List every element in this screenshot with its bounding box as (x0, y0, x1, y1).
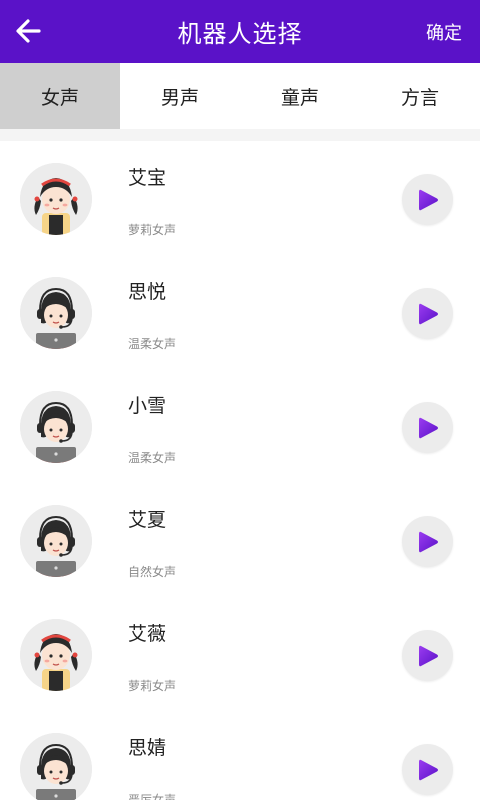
voice-description: 萝莉女声 (128, 223, 177, 237)
tab-2[interactable]: 童声 (240, 63, 360, 129)
voice-description: 自然女声 (128, 565, 177, 579)
play-button[interactable] (402, 516, 453, 567)
voice-description: 严厉女声 (128, 793, 177, 800)
divider-band (0, 129, 480, 141)
voice-row[interactable]: 艾夏 自然女声 (0, 483, 480, 597)
avatar (20, 277, 92, 349)
confirm-button[interactable]: 确定 (426, 0, 462, 63)
voice-list: 艾宝 萝莉女声 思悦 温柔女声 小雪 温柔女声 艾夏 自然女声 艾薇 萝莉女声 思婧 严厉女声 (0, 141, 480, 800)
play-button[interactable] (402, 744, 453, 795)
play-button[interactable] (402, 630, 453, 681)
avatar (20, 733, 92, 800)
page-title: 机器人选择 (177, 20, 303, 48)
voice-row[interactable]: 思悦 温柔女声 (0, 255, 480, 369)
voice-description: 萝莉女声 (128, 679, 177, 693)
voice-name: 小雪 (128, 395, 167, 417)
voice-row[interactable]: 小雪 温柔女声 (0, 369, 480, 483)
avatar (20, 619, 92, 691)
voice-description: 温柔女声 (128, 451, 177, 465)
play-button[interactable] (402, 288, 453, 339)
voice-row[interactable]: 艾宝 萝莉女声 (0, 141, 480, 255)
girl-headset-avatar-icon (20, 391, 92, 463)
play-button[interactable] (402, 174, 453, 225)
voice-name: 艾宝 (128, 167, 167, 189)
play-icon (418, 189, 438, 210)
voice-name: 艾薇 (128, 623, 167, 645)
girl-headset-avatar-icon (20, 277, 92, 349)
voice-category-tabs: 女声 男声 童声 方言 (0, 63, 480, 129)
girl-headset-avatar-icon (20, 505, 92, 577)
avatar (20, 163, 92, 235)
girl-pigtails-avatar-icon (20, 163, 92, 235)
play-icon (418, 759, 438, 780)
app-screen: 机器人选择 确定 女声 男声 童声 方言 艾宝 萝莉女声 思悦 温柔女声 小雪 温柔女声 艾夏 自然… (0, 0, 480, 800)
tab-3[interactable]: 方言 (360, 63, 480, 129)
voice-row[interactable]: 艾薇 萝莉女声 (0, 597, 480, 711)
play-icon (418, 531, 438, 552)
voice-name: 艾夏 (128, 509, 167, 531)
play-icon (418, 645, 438, 666)
voice-row[interactable]: 思婧 严厉女声 (0, 711, 480, 800)
avatar (20, 505, 92, 577)
play-button[interactable] (402, 402, 453, 453)
tab-1[interactable]: 男声 (120, 63, 240, 129)
girl-headset-avatar-icon (20, 733, 92, 800)
play-icon (418, 417, 438, 438)
voice-name: 思悦 (128, 281, 167, 303)
tab-0[interactable]: 女声 (0, 63, 120, 129)
voice-description: 温柔女声 (128, 337, 177, 351)
header-bar: 机器人选择 确定 (0, 0, 480, 63)
voice-name: 思婧 (128, 737, 167, 759)
play-icon (418, 303, 438, 324)
girl-pigtails-avatar-icon (20, 619, 92, 691)
avatar (20, 391, 92, 463)
